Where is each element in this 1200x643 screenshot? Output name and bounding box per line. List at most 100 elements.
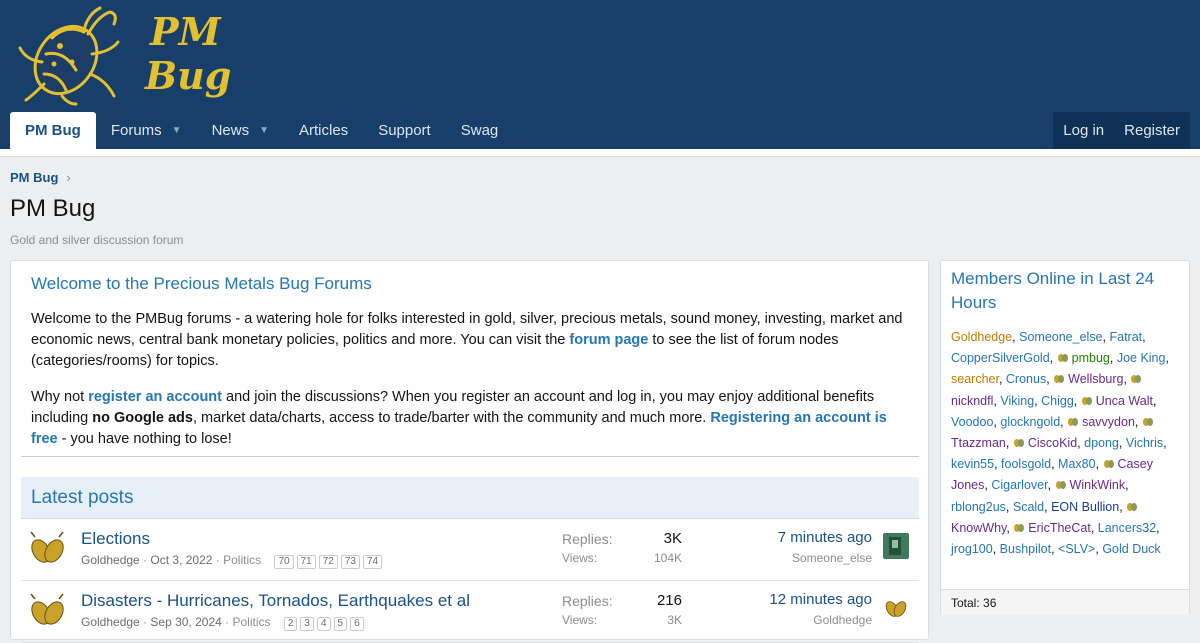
member-item: Chigg (1041, 394, 1074, 408)
member-link[interactable]: Someone_else (1019, 330, 1102, 344)
chevron-down-icon[interactable]: ▼ (259, 125, 269, 136)
member-link[interactable]: EricTheCat (1028, 521, 1091, 535)
page-link[interactable]: 4 (316, 617, 331, 631)
member-link[interactable]: CopperSilverGold (951, 351, 1050, 365)
member-link[interactable]: Max80 (1058, 457, 1096, 471)
nav-tab-label: Forums (110, 122, 162, 139)
member-link[interactable]: Viking (1000, 394, 1034, 408)
replies-count: 3K (663, 530, 682, 547)
forum-page-link[interactable]: forum page (569, 332, 648, 348)
bug-avatar-icon[interactable] (883, 595, 909, 621)
member-link[interactable]: kevin55 (951, 457, 994, 471)
member-link[interactable]: nickndfl (951, 394, 993, 408)
breadcrumb[interactable]: PM Bug › (10, 170, 71, 185)
bug-badge-icon (1057, 354, 1068, 363)
thread-author[interactable]: Goldhedge (81, 553, 140, 567)
member-link[interactable]: EON Bullion (1051, 500, 1119, 514)
bug-badge-icon (1054, 375, 1065, 384)
member-link[interactable]: <SLV> (1058, 542, 1095, 556)
member-link[interactable]: CiscoKid (1028, 436, 1077, 450)
nav-tab-label: PM Bug (25, 122, 81, 139)
page-link[interactable]: 71 (296, 555, 316, 569)
brand-line2[interactable]: Bug (145, 56, 231, 96)
member-link[interactable]: Scald (1013, 500, 1044, 514)
member-link[interactable]: Gold Duck (1102, 542, 1160, 556)
member-link[interactable]: foolsgold (1001, 457, 1051, 471)
member-link[interactable]: Unca Walt (1096, 394, 1153, 408)
member-item: Lancers32 (1098, 521, 1156, 535)
nav-tab-news[interactable]: News ▼ (197, 112, 284, 149)
member-link[interactable]: KnowWhy (951, 521, 1006, 535)
last-post-user[interactable]: Goldhedge (813, 613, 872, 627)
member-link[interactable]: dpong (1084, 436, 1119, 450)
thread-author[interactable]: Goldhedge (81, 615, 140, 629)
member-link[interactable]: Goldhedge (951, 330, 1012, 344)
page-link[interactable]: 70 (274, 555, 294, 569)
members-online-title[interactable]: Members Online in Last 24 Hours (951, 267, 1181, 315)
member-link[interactable]: Voodoo (951, 415, 993, 429)
thread-forum[interactable]: Politics (223, 553, 261, 567)
nav-tab-articles[interactable]: Articles (284, 112, 363, 149)
nav-tab-support[interactable]: Support (363, 112, 446, 149)
member-link[interactable]: Fatrat (1109, 330, 1142, 344)
thread-forum[interactable]: Politics (232, 615, 270, 629)
page-link[interactable]: 3 (300, 617, 314, 631)
member-link[interactable]: searcher (951, 372, 999, 386)
thread-date[interactable]: Sep 30, 2024 (150, 615, 221, 629)
page-link[interactable]: 5 (333, 617, 348, 631)
member-link[interactable]: glockngold (1000, 415, 1060, 429)
page-description: Gold and silver discussion forum (10, 233, 184, 247)
member-item: EricTheCat (1013, 521, 1091, 535)
register-link[interactable]: Register (1114, 112, 1190, 149)
thread-title[interactable]: Disasters - Hurricanes, Tornados, Earthq… (81, 591, 470, 611)
member-item: Fatrat (1109, 330, 1142, 344)
member-item: searcher (951, 372, 999, 386)
last-post-user[interactable]: Someone_else (792, 551, 872, 565)
page-link[interactable]: 2 (283, 617, 298, 631)
breadcrumb-item-home[interactable]: PM Bug (10, 170, 58, 185)
member-item: <SLV> (1058, 542, 1095, 556)
nav-tab-forums[interactable]: Forums ▼ (96, 112, 197, 149)
nav-tab-pm-bug[interactable]: PM Bug (10, 112, 96, 149)
main-nav: PM Bug Forums ▼ News ▼ Articles Support Swag Lo… (0, 112, 1200, 149)
nav-tab-swag[interactable]: Swag (446, 112, 514, 149)
member-link[interactable]: savvydon (1082, 415, 1135, 429)
latest-posts-header: Latest posts (21, 477, 919, 519)
member-link[interactable]: Chigg (1041, 394, 1074, 408)
member-link[interactable]: Ttazzman (951, 436, 1006, 450)
member-link[interactable]: WinkWink (1070, 478, 1126, 492)
register-account-link[interactable]: register an account (88, 389, 222, 405)
page-link[interactable]: 72 (318, 555, 338, 569)
member-link[interactable]: Lancers32 (1098, 521, 1156, 535)
member-link[interactable]: Cronus (1006, 372, 1046, 386)
page-link[interactable]: 73 (340, 555, 360, 569)
member-item: Max80 (1058, 457, 1096, 471)
member-link[interactable]: Cigarlover (991, 478, 1047, 492)
user-avatar-icon[interactable] (883, 533, 909, 559)
thread-title[interactable]: Elections (81, 529, 150, 549)
chevron-down-icon[interactable]: ▼ (172, 125, 182, 136)
thread-date[interactable]: Oct 3, 2022 (150, 553, 212, 567)
members-online-widget: Members Online in Last 24 Hours Goldhedg… (940, 260, 1190, 615)
member-link[interactable]: Joe King (1117, 351, 1166, 365)
member-item: Cronus (1006, 372, 1046, 386)
brand-line1[interactable]: PM (150, 12, 221, 52)
bug-avatar-icon[interactable] (27, 529, 67, 569)
latest-posts-title[interactable]: Latest posts (31, 487, 133, 509)
page-link[interactable]: 6 (350, 617, 364, 631)
member-link[interactable]: jrog100 (951, 542, 993, 556)
member-item: Cigarlover (991, 478, 1047, 492)
views-label: Views: (562, 551, 598, 565)
member-link[interactable]: rblong2us (951, 500, 1006, 514)
login-link[interactable]: Log in (1053, 112, 1114, 149)
bug-avatar-icon[interactable] (27, 591, 67, 631)
last-post-time[interactable]: 7 minutes ago (778, 529, 872, 546)
member-link[interactable]: pmbug (1072, 351, 1110, 365)
member-link[interactable]: Vichris (1126, 436, 1163, 450)
last-post-time[interactable]: 12 minutes ago (769, 591, 872, 608)
bug-badge-icon (1127, 502, 1138, 511)
bug-badge-icon (1013, 439, 1024, 448)
member-link[interactable]: Bushpilot (1000, 542, 1051, 556)
member-link[interactable]: Wellsburg (1068, 372, 1123, 386)
page-link[interactable]: 74 (362, 555, 383, 569)
